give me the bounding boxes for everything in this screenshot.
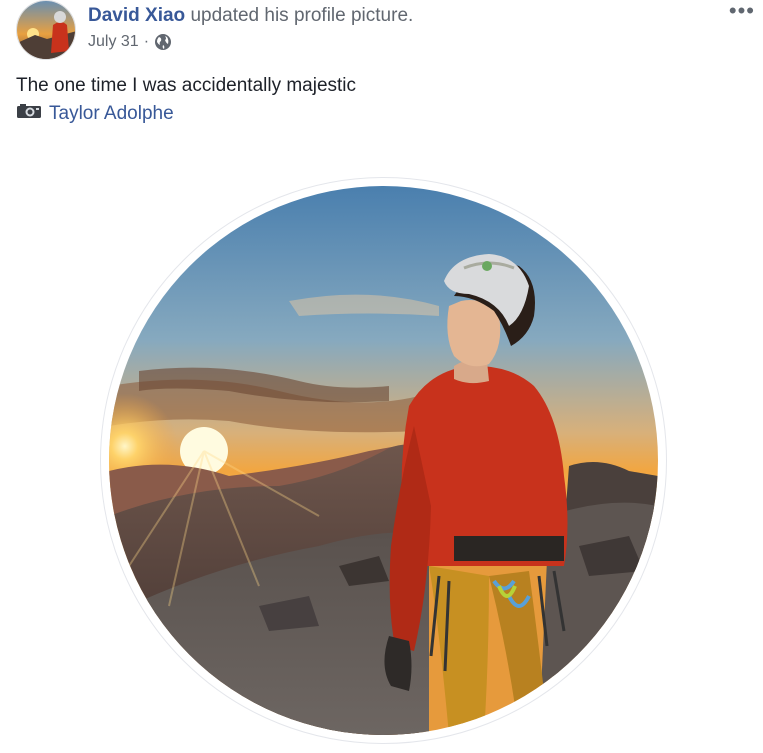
- credit-name-link[interactable]: Taylor Adolphe: [49, 102, 174, 126]
- post-header: David Xiao updated his profile picture.: [88, 4, 413, 28]
- avatar-image: [17, 1, 75, 59]
- globe-icon[interactable]: [154, 33, 172, 51]
- meta-separator: ·: [143, 33, 150, 50]
- profile-picture[interactable]: [109, 186, 658, 735]
- author-name-link[interactable]: David Xiao: [88, 5, 185, 26]
- post-avatar[interactable]: [16, 0, 76, 60]
- post-caption: The one time I was accidentally majestic: [16, 75, 357, 96]
- post-date-link[interactable]: July 31: [88, 33, 139, 51]
- post-action-text: updated his profile picture.: [190, 5, 414, 26]
- photo-credit: Taylor Adolphe: [16, 102, 174, 126]
- post-meta: July 31 ·: [88, 33, 172, 51]
- profile-picture-frame: [100, 177, 667, 744]
- more-options-button[interactable]: •••: [729, 0, 755, 22]
- camera-icon: [16, 102, 42, 126]
